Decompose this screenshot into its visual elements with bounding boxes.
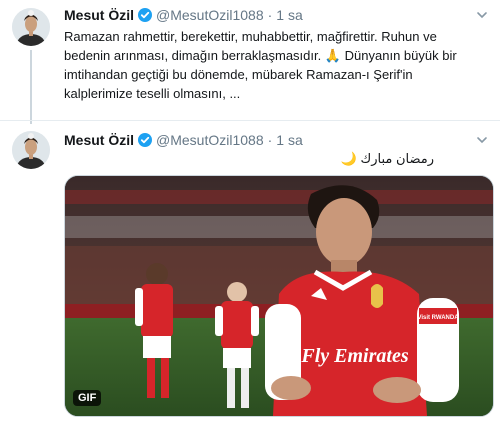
timestamp[interactable]: 1 sa [276, 132, 302, 148]
gif-frame: Visit RWANDA Fly Emirates [65, 176, 493, 416]
chevron-down-icon[interactable] [476, 8, 488, 20]
sleeve-text: Visit RWANDA [417, 315, 459, 321]
avatar-photo [12, 131, 50, 169]
tweet-2[interactable]: Mesut Özil @MesutOzil1088 · 1 sa رمضان مبار… [0, 120, 500, 424]
tweet-header: Mesut Özil @MesutOzil1088 · 1 sa [64, 131, 303, 149]
tweet-1[interactable]: Mesut Özil @MesutOzil1088 · 1 sa Ramazan ra… [0, 0, 500, 124]
tweet-text: Ramazan rahmettir, berekettir, muhabbett… [64, 29, 457, 101]
gif-media[interactable]: Visit RWANDA Fly Emirates GIF [64, 175, 494, 417]
verified-badge-icon [137, 7, 153, 27]
handle[interactable]: @MesutOzil1088 [156, 7, 264, 23]
display-name[interactable]: Mesut Özil [64, 132, 134, 148]
tweet-header: Mesut Özil @MesutOzil1088 · 1 sa [64, 6, 303, 24]
separator-dot: · [267, 132, 273, 148]
timestamp[interactable]: 1 sa [276, 7, 302, 23]
separator-dot: · [267, 7, 273, 23]
avatar-photo [12, 8, 50, 46]
gif-badge: GIF [73, 390, 102, 406]
avatar[interactable] [12, 8, 50, 46]
shirt-sponsor-text: Fly Emirates [300, 345, 408, 367]
avatar[interactable] [12, 131, 50, 169]
thread-line [30, 50, 32, 124]
chevron-down-icon[interactable] [476, 133, 488, 145]
handle[interactable]: @MesutOzil1088 [156, 132, 264, 148]
display-name[interactable]: Mesut Özil [64, 7, 134, 23]
tweet-text: رمضان مبارك 🌙 [340, 151, 434, 166]
